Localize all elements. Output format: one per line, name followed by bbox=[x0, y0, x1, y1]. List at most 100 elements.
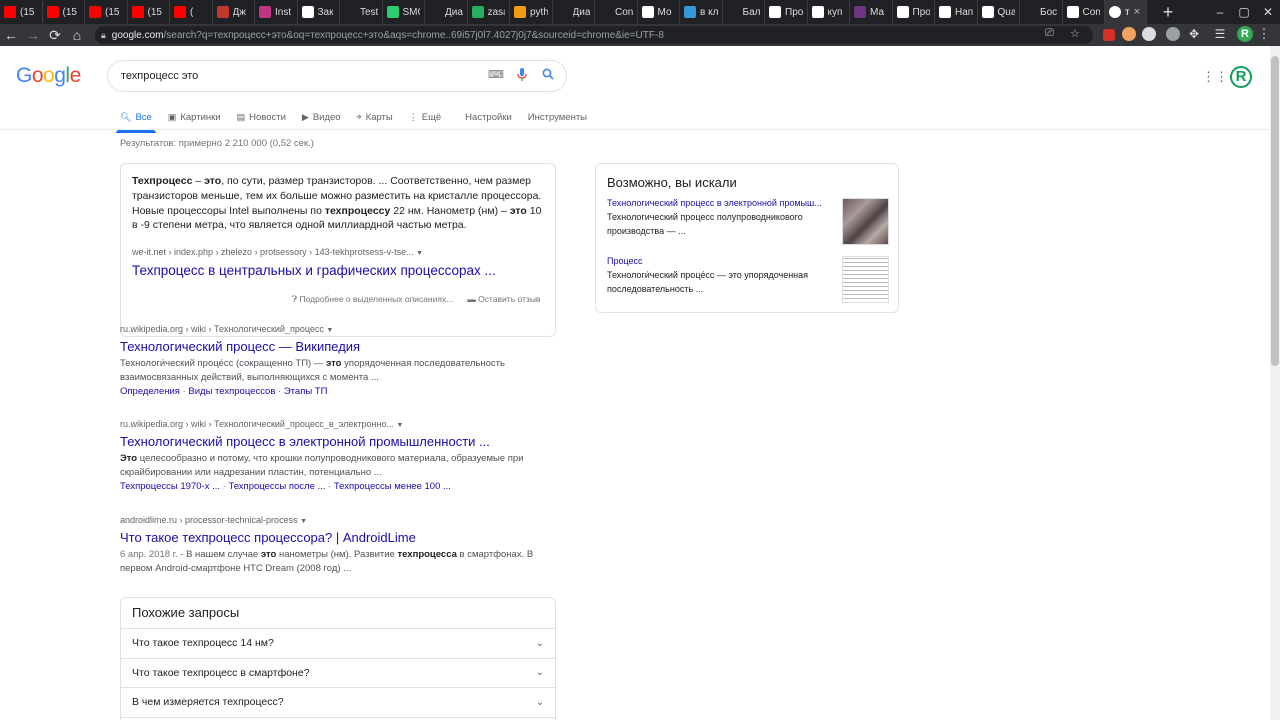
window-close-button[interactable]: ✕ bbox=[1256, 5, 1280, 19]
adblock-extension-icon[interactable] bbox=[1103, 29, 1115, 41]
nav-tab[interactable]: ⌖ Карты bbox=[351, 104, 399, 130]
browser-tab[interactable]: Бал bbox=[723, 0, 765, 24]
window-maximize-button[interactable]: ▢ bbox=[1232, 5, 1256, 19]
browser-tab[interactable]: Test bbox=[340, 0, 383, 24]
browser-tab[interactable]: Дж bbox=[213, 0, 255, 24]
snippet-about-link[interactable]: ❓︎ Подробнее о выделенных описаниях... bbox=[292, 294, 453, 305]
bookmark-star-icon[interactable]: ☆ bbox=[1070, 27, 1080, 40]
reading-list-icon[interactable]: ☰ bbox=[1213, 27, 1227, 41]
browser-tab[interactable]: (15 bbox=[43, 0, 85, 24]
browser-tab[interactable]: в кл bbox=[680, 0, 723, 24]
result-sitelinks: Техпроцессы 1970-х ... · Техпроцессы пос… bbox=[120, 481, 451, 492]
home-icon[interactable]: ⌂ bbox=[66, 27, 88, 43]
browser-tab[interactable]: Про bbox=[765, 0, 808, 24]
browser-tab[interactable]: Con bbox=[595, 0, 638, 24]
browser-tab[interactable]: (15 bbox=[0, 0, 43, 24]
sitelink[interactable]: Этапы ТП bbox=[284, 386, 328, 397]
nav-tab[interactable]: ⋮ Ещё bbox=[403, 104, 447, 130]
mic-icon[interactable] bbox=[517, 68, 527, 85]
reload-icon[interactable]: ⟳ bbox=[44, 27, 66, 44]
browser-tab[interactable]: zasa bbox=[468, 0, 510, 24]
sync-extension-icon[interactable] bbox=[1166, 27, 1180, 41]
browser-tab[interactable]: Диа bbox=[553, 0, 595, 24]
page-scrollbar[interactable] bbox=[1270, 46, 1280, 720]
tab-favicon-icon bbox=[344, 6, 356, 18]
sitelink[interactable]: Определения bbox=[120, 386, 180, 397]
result-title-link[interactable]: Технологический процесс в электронной пр… bbox=[120, 434, 560, 449]
window-minimize-button[interactable]: – bbox=[1208, 5, 1232, 19]
account-avatar[interactable]: R bbox=[1230, 66, 1252, 88]
browser-tab[interactable]: SMG bbox=[383, 0, 425, 24]
nav-tab[interactable]: Инструменты bbox=[522, 104, 593, 130]
search-box[interactable]: техпроцесс это ⌨ bbox=[107, 60, 567, 92]
dropdown-arrow-icon[interactable]: ▼ bbox=[326, 327, 333, 334]
browser-tab[interactable]: (15 bbox=[85, 0, 128, 24]
browser-tab[interactable]: Ма bbox=[850, 0, 893, 24]
nav-tab[interactable]: ▤ Новости bbox=[231, 104, 292, 130]
result-title-link[interactable]: Что такое техпроцесс процессора? | Andro… bbox=[120, 530, 560, 545]
snippet-feedback-link[interactable]: ▬ Оставить отзыв bbox=[467, 294, 540, 305]
related-question-row[interactable]: Что такое техпроцесс 14 нм? ⌄ bbox=[121, 628, 555, 658]
search-input[interactable]: техпроцесс это bbox=[121, 70, 198, 82]
search-icon[interactable] bbox=[542, 68, 554, 83]
search-result: androidlime.ru › processor-technical-pro… bbox=[120, 515, 560, 576]
nav-tab[interactable]: ▶ Видео bbox=[296, 104, 347, 130]
cookie-extension-icon[interactable] bbox=[1122, 27, 1136, 41]
sitelink[interactable]: Техпроцессы 1970-х ... bbox=[120, 481, 220, 492]
move-extension-icon[interactable]: ✥ bbox=[1187, 27, 1201, 41]
address-bar[interactable]: 🔒︎ google.com/search?q=техпроцесс+это&oq… bbox=[95, 26, 1093, 44]
nav-tab-label: Инструменты bbox=[527, 111, 588, 123]
dropdown-arrow-icon[interactable]: ▼ bbox=[396, 422, 403, 429]
diagram-thumbnail-image[interactable] bbox=[842, 256, 889, 303]
browser-tab-active[interactable]: т × bbox=[1105, 0, 1147, 24]
new-tab-button[interactable]: + bbox=[1155, 2, 1181, 23]
back-icon[interactable]: ← bbox=[0, 27, 22, 43]
panel-item[interactable]: Технологический процесс в электронной пр… bbox=[607, 198, 891, 245]
tab-title: в кл bbox=[700, 6, 718, 18]
sitelink[interactable]: Техпроцессы после ... bbox=[228, 481, 325, 492]
close-tab-icon[interactable]: × bbox=[1134, 6, 1140, 18]
dropdown-arrow-icon[interactable]: ▼ bbox=[300, 518, 307, 525]
forward-icon[interactable]: → bbox=[22, 27, 44, 43]
related-question-row[interactable]: Что такое техпроцесс в смартфоне? ⌄ bbox=[121, 657, 555, 688]
tab-favicon-icon bbox=[89, 6, 101, 18]
profile-avatar[interactable]: R bbox=[1237, 26, 1253, 42]
tab-favicon-icon bbox=[726, 6, 739, 18]
tab-title: Зак bbox=[317, 6, 334, 18]
panel-item-title[interactable]: Процесс bbox=[607, 256, 833, 266]
browser-tab[interactable]: Бос bbox=[1020, 0, 1063, 24]
browser-tab[interactable]: Зак bbox=[298, 0, 340, 24]
browser-tab[interactable]: Про bbox=[893, 0, 935, 24]
tab-favicon-icon bbox=[386, 6, 399, 18]
sitelink[interactable]: Техпроцессы менее 100 ... bbox=[334, 481, 451, 492]
translate-icon[interactable]: ⎚ bbox=[1045, 27, 1054, 40]
browser-tab[interactable]: (15 bbox=[128, 0, 170, 24]
browser-tab[interactable]: куп bbox=[808, 0, 850, 24]
browser-tab[interactable]: Qua bbox=[978, 0, 1020, 24]
google-logo[interactable]: Google bbox=[16, 64, 81, 88]
panel-item[interactable]: Процесс Технологи́ческий проце́сс — это … bbox=[607, 256, 891, 303]
nav-tab[interactable]: 🔍︎ Все bbox=[114, 104, 158, 133]
chip-thumbnail-image[interactable] bbox=[842, 198, 889, 245]
scrollbar-thumb[interactable] bbox=[1271, 56, 1279, 366]
browser-tab[interactable]: Нап bbox=[935, 0, 978, 24]
browser-tab[interactable]: Con bbox=[1063, 0, 1105, 24]
menu-kebab-icon[interactable]: ⋮ bbox=[1257, 27, 1271, 41]
sitelink[interactable]: Виды техпроцессов bbox=[188, 386, 275, 397]
nav-tab[interactable]: Настройки bbox=[459, 104, 518, 130]
tab-title: (15 bbox=[62, 6, 77, 18]
related-question-row[interactable] bbox=[121, 716, 555, 720]
featured-snippet-title-link[interactable]: Техпроцесс в центральных и графических п… bbox=[132, 263, 496, 278]
result-title-link[interactable]: Технологический процесс — Википедия bbox=[120, 339, 560, 354]
browser-tab[interactable]: ( bbox=[170, 0, 213, 24]
nav-tab[interactable]: ▣ Картинки bbox=[162, 104, 227, 130]
browser-tab[interactable]: Inst bbox=[255, 0, 298, 24]
panel-item-title[interactable]: Технологический процесс в электронной пр… bbox=[607, 198, 833, 208]
browser-tab[interactable]: pyth bbox=[510, 0, 553, 24]
extension-icon[interactable] bbox=[1142, 27, 1156, 41]
browser-tab[interactable]: Мо bbox=[638, 0, 680, 24]
keyboard-icon[interactable]: ⌨ bbox=[488, 68, 504, 81]
browser-tab[interactable]: Диа bbox=[425, 0, 468, 24]
related-question-row[interactable]: В чем измеряется техпроцесс? ⌄ bbox=[121, 687, 555, 717]
dropdown-arrow-icon[interactable]: ▼ bbox=[416, 250, 423, 257]
